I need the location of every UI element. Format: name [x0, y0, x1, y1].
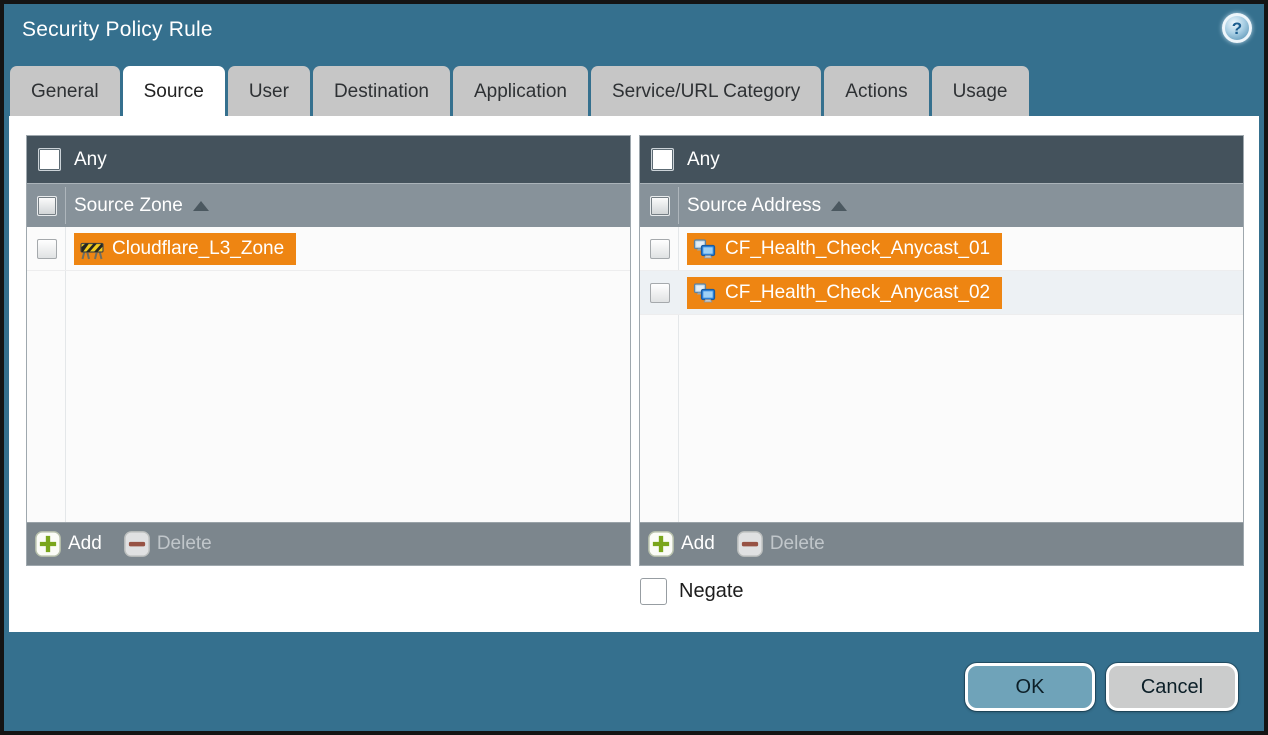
source-address-footer: Add Delete — [640, 522, 1243, 565]
dialog-title: Security Policy Rule — [22, 18, 213, 42]
zone-item-label: Cloudflare_L3_Zone — [112, 238, 284, 260]
delete-minus-icon[interactable] — [124, 531, 150, 557]
negate-label: Negate — [679, 580, 744, 603]
delete-button[interactable]: Delete — [770, 533, 825, 555]
row-checkbox[interactable] — [650, 239, 670, 259]
security-policy-rule-dialog: Security Policy Rule ? General Source Us… — [0, 0, 1268, 735]
source-address-column-label: Source Address — [687, 195, 821, 217]
help-icon[interactable]: ? — [1222, 13, 1252, 43]
tab-source[interactable]: Source — [123, 66, 225, 116]
tab-destination[interactable]: Destination — [313, 66, 450, 116]
source-address-any-checkbox[interactable] — [651, 148, 674, 171]
tab-actions[interactable]: Actions — [824, 66, 928, 116]
tab-application[interactable]: Application — [453, 66, 588, 116]
column-separator — [65, 227, 66, 522]
source-zone-panel: Any Source Zone Cloudflare_L3_Zone — [26, 135, 631, 566]
tab-bar: General Source User Destination Applicat… — [10, 66, 1029, 116]
source-zone-any-checkbox[interactable] — [38, 148, 61, 171]
source-zone-any-label: Any — [74, 149, 107, 171]
delete-minus-icon[interactable] — [737, 531, 763, 557]
source-zone-select-all-checkbox[interactable] — [37, 196, 57, 216]
table-row[interactable]: CF_Health_Check_Anycast_02 — [640, 271, 1243, 315]
column-separator — [65, 187, 66, 224]
address-item-label: CF_Health_Check_Anycast_02 — [725, 282, 990, 304]
table-row[interactable]: CF_Health_Check_Anycast_01 — [640, 227, 1243, 271]
add-plus-icon[interactable] — [35, 531, 61, 557]
source-address-list: CF_Health_Check_Anycast_01 CF_Health_Che… — [640, 227, 1243, 522]
source-zone-any-row: Any — [27, 136, 630, 183]
add-plus-icon[interactable] — [648, 531, 674, 557]
row-checkbox[interactable] — [37, 239, 57, 259]
tab-general[interactable]: General — [10, 66, 120, 116]
source-address-any-label: Any — [687, 149, 720, 171]
add-button[interactable]: Add — [681, 533, 715, 555]
source-address-column-header[interactable]: Source Address — [640, 183, 1243, 227]
row-checkbox[interactable] — [650, 283, 670, 303]
negate-checkbox[interactable] — [640, 578, 667, 605]
zone-icon — [80, 237, 104, 261]
address-item-chip[interactable]: CF_Health_Check_Anycast_01 — [687, 233, 1002, 265]
source-tab-content: Any Source Zone Cloudflare_L3_Zone — [9, 116, 1259, 632]
source-zone-column-header[interactable]: Source Zone — [27, 183, 630, 227]
sort-asc-icon — [831, 201, 847, 211]
tab-service-url-category[interactable]: Service/URL Category — [591, 66, 821, 116]
source-zone-footer: Add Delete — [27, 522, 630, 565]
source-zone-list: Cloudflare_L3_Zone — [27, 227, 630, 522]
add-button[interactable]: Add — [68, 533, 102, 555]
delete-button[interactable]: Delete — [157, 533, 212, 555]
address-icon — [693, 281, 717, 305]
address-item-chip[interactable]: CF_Health_Check_Anycast_02 — [687, 277, 1002, 309]
source-address-any-row: Any — [640, 136, 1243, 183]
cancel-button[interactable]: Cancel — [1106, 663, 1238, 711]
sort-asc-icon — [193, 201, 209, 211]
zone-item-chip[interactable]: Cloudflare_L3_Zone — [74, 233, 296, 265]
source-zone-column-label: Source Zone — [74, 195, 183, 217]
tab-usage[interactable]: Usage — [932, 66, 1029, 116]
table-row[interactable]: Cloudflare_L3_Zone — [27, 227, 630, 271]
negate-row: Negate — [640, 578, 744, 605]
source-address-select-all-checkbox[interactable] — [650, 196, 670, 216]
source-address-panel: Any Source Address CF_Health_Check_Anyca… — [639, 135, 1244, 566]
ok-button[interactable]: OK — [965, 663, 1095, 711]
tab-user[interactable]: User — [228, 66, 310, 116]
address-item-label: CF_Health_Check_Anycast_01 — [725, 238, 990, 260]
column-separator — [678, 187, 679, 224]
address-icon — [693, 237, 717, 261]
